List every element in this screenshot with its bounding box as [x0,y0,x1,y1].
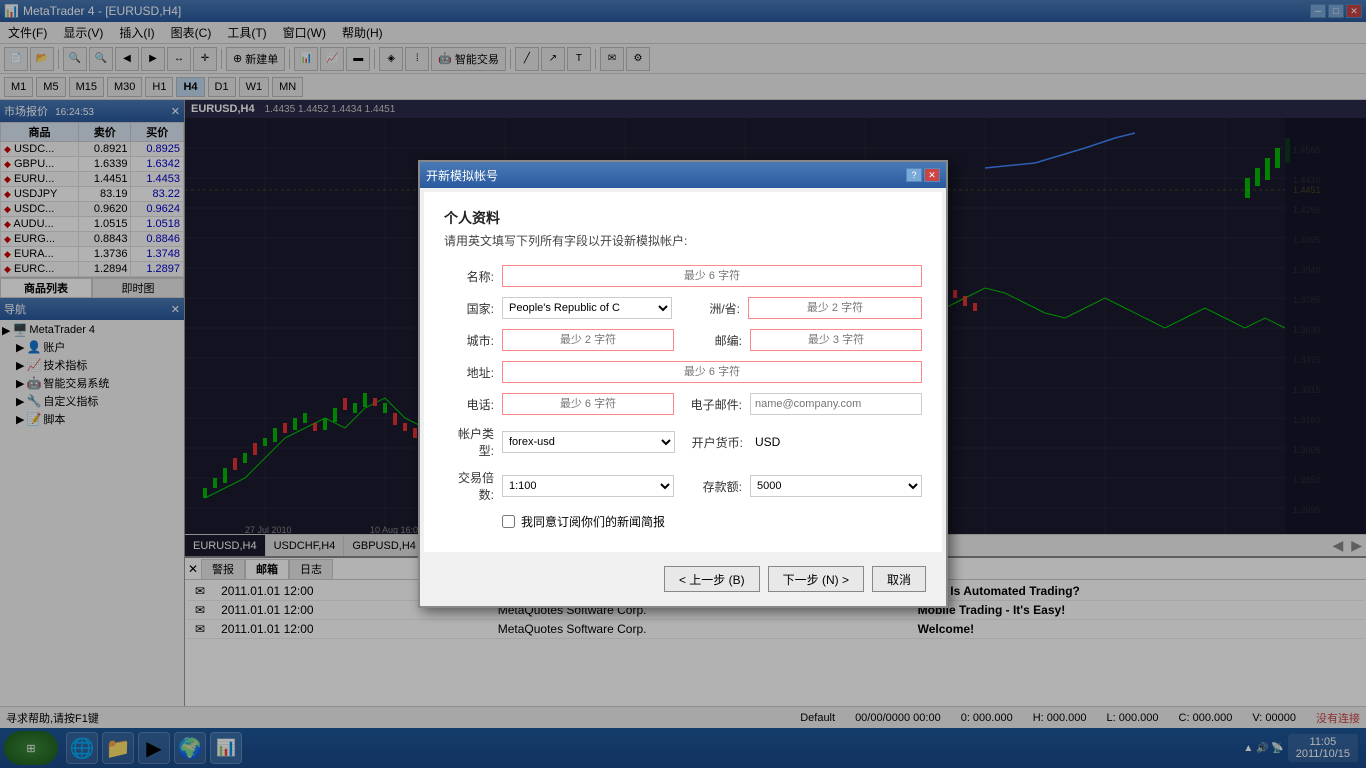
address-input[interactable] [502,361,922,383]
name-input[interactable] [502,265,922,287]
form-row-country: 国家: People's Republic of C 洲/省: [444,297,922,319]
form-row-phone: 电话: 电子邮件: [444,393,922,415]
form-row-leverage: 交易倍数: 1:100 存款额: 5000 [444,469,922,503]
modal-title-controls: ? ✕ [906,168,940,182]
newsletter-row: 我同意订阅你们的新闻简报 [502,513,922,530]
modal-title: 开新模拟帐号 [426,167,498,184]
modal-help-btn[interactable]: ? [906,168,922,182]
modal-subtitle: 请用英文填写下列所有字段以开设新模拟帐户: [444,232,922,249]
account-type-select[interactable]: forex-usd [502,431,675,453]
phone-label: 电话: [444,396,494,413]
state-input[interactable] [748,297,922,319]
leverage-label: 交易倍数: [444,469,494,503]
form-row-address: 地址: [444,361,922,383]
state-label: 洲/省: [680,300,740,317]
form-row-account-type: 帐户类型: forex-usd 开户货币: USD [444,425,922,459]
form-row-name: 名称: [444,265,922,287]
city-input[interactable] [502,329,674,351]
email-input[interactable] [750,393,922,415]
leverage-select[interactable]: 1:100 [502,475,674,497]
form-row-city: 城市: 邮编: [444,329,922,351]
next-step-button[interactable]: 下一步 (N) > [768,566,864,592]
cancel-button[interactable]: 取消 [872,566,926,592]
phone-input[interactable] [502,393,674,415]
deposit-select[interactable]: 5000 [750,475,922,497]
currency-value: USD [751,435,922,449]
country-select[interactable]: People's Republic of C [502,297,672,319]
account-type-label: 帐户类型: [444,425,494,459]
deposit-label: 存款额: [682,478,742,495]
app-container: 📊 MetaTrader 4 - [EURUSD,H4] ─ □ ✕ 文件(F)… [0,0,1366,768]
name-label: 名称: [444,268,494,285]
modal-section-title: 个人资料 [444,208,922,228]
modal-title-bar: 开新模拟帐号 ? ✕ [420,162,946,188]
currency-label: 开户货币: [683,434,743,451]
newsletter-checkbox[interactable] [502,515,515,528]
zip-input[interactable] [750,329,922,351]
modal-body: 个人资料 请用英文填写下列所有字段以开设新模拟帐户: 名称: 国家: Peopl… [424,192,942,552]
email-label: 电子邮件: [682,396,742,413]
address-label: 地址: [444,364,494,381]
prev-step-button[interactable]: < 上一步 (B) [664,566,760,592]
zip-label: 邮编: [682,332,742,349]
modal-footer: < 上一步 (B) 下一步 (N) > 取消 [424,556,942,602]
country-label: 国家: [444,300,494,317]
newsletter-label: 我同意订阅你们的新闻简报 [521,513,665,530]
modal-overlay: 开新模拟帐号 ? ✕ 个人资料 请用英文填写下列所有字段以开设新模拟帐户: 名称… [0,0,1366,768]
modal-close-btn[interactable]: ✕ [924,168,940,182]
city-label: 城市: [444,332,494,349]
new-account-modal: 开新模拟帐号 ? ✕ 个人资料 请用英文填写下列所有字段以开设新模拟帐户: 名称… [418,160,948,608]
